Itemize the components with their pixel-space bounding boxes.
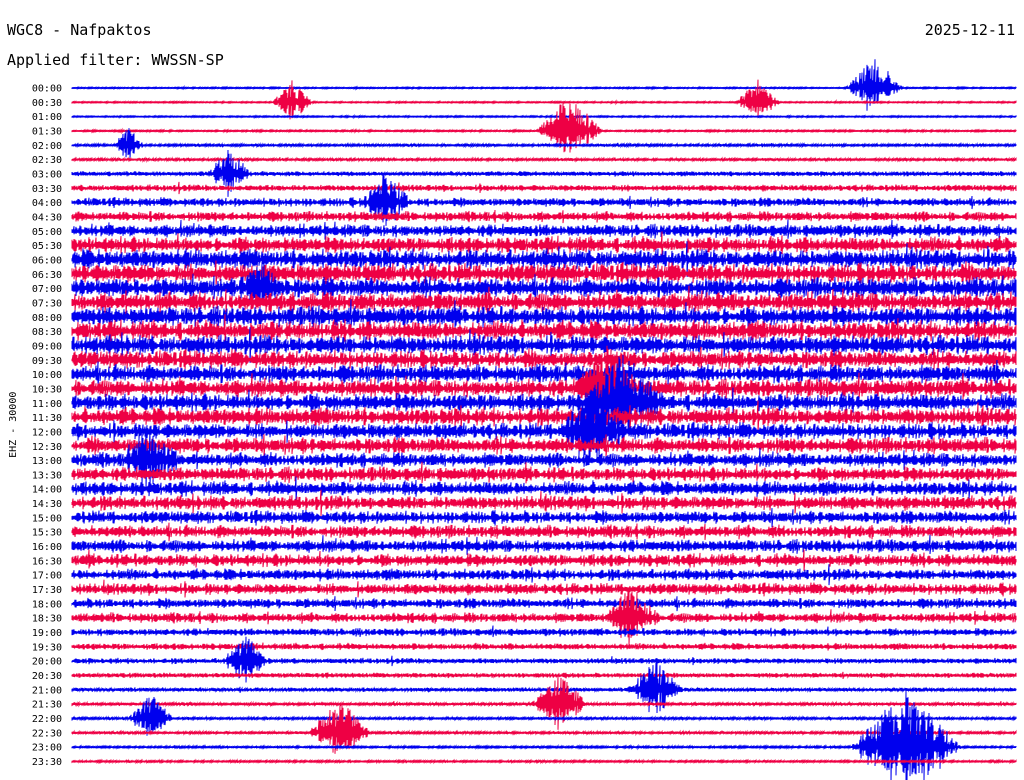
trace-row bbox=[71, 675, 1017, 730]
row-time-label: 00:00 bbox=[32, 84, 62, 95]
row-time-label: 01:00 bbox=[32, 112, 62, 123]
row-time-label: 17:30 bbox=[32, 585, 62, 596]
trace-row bbox=[71, 426, 1017, 490]
row-time-label: 17:00 bbox=[32, 571, 62, 582]
row-time-label: 15:00 bbox=[32, 513, 62, 524]
row-time-label: 14:30 bbox=[32, 499, 62, 510]
row-time-label: 10:00 bbox=[32, 370, 62, 381]
row-time-label: 09:30 bbox=[32, 356, 62, 367]
row-time-label: 16:00 bbox=[32, 542, 62, 553]
row-time-label: 18:30 bbox=[32, 614, 62, 625]
row-time-label: 05:30 bbox=[32, 241, 62, 252]
row-time-label: 02:30 bbox=[32, 155, 62, 166]
row-time-label: 10:30 bbox=[32, 384, 62, 395]
trace-row bbox=[71, 625, 1017, 638]
trace-row bbox=[71, 461, 1017, 484]
row-time-label: 21:30 bbox=[32, 700, 62, 711]
row-time-label: 16:30 bbox=[32, 556, 62, 567]
row-time-label: 01:30 bbox=[32, 126, 62, 137]
row-time-label: 22:00 bbox=[32, 714, 62, 725]
row-time-label: 20:00 bbox=[32, 657, 62, 668]
row-time-label: 18:00 bbox=[32, 599, 62, 610]
trace-row bbox=[71, 587, 1017, 647]
trace-row bbox=[71, 579, 1017, 598]
trace-row bbox=[71, 534, 1017, 555]
row-time-label: 12:30 bbox=[32, 442, 62, 453]
row-time-label: 03:00 bbox=[32, 169, 62, 180]
row-time-label: 19:00 bbox=[32, 628, 62, 639]
row-time-label: 04:00 bbox=[32, 198, 62, 209]
row-time-label: 08:30 bbox=[32, 327, 62, 338]
row-time-label: 09:00 bbox=[32, 341, 62, 352]
row-time-label: 06:00 bbox=[32, 255, 62, 266]
row-time-label: 13:00 bbox=[32, 456, 62, 467]
y-axis-label: EHZ - 30000 bbox=[8, 392, 19, 458]
row-time-label: 13:30 bbox=[32, 470, 62, 481]
row-time-label: 23:30 bbox=[32, 757, 62, 768]
row-time-label: 11:30 bbox=[32, 413, 62, 424]
row-time-label: 00:30 bbox=[32, 98, 62, 109]
row-time-label: 19:30 bbox=[32, 642, 62, 653]
row-time-label: 11:00 bbox=[32, 399, 62, 410]
trace-row bbox=[71, 219, 1017, 240]
row-time-label: 02:00 bbox=[32, 141, 62, 152]
row-time-label: 22:30 bbox=[32, 728, 62, 739]
row-time-label: 21:00 bbox=[32, 685, 62, 696]
row-time-label: 07:00 bbox=[32, 284, 62, 295]
row-time-label: 03:30 bbox=[32, 184, 62, 195]
seismogram-chart: EHZ - 30000 00:00 00:30 01:00 01:30 02:00 02:3… bbox=[8, 59, 1017, 780]
row-time-label: 15:30 bbox=[32, 528, 62, 539]
row-time-label: 07:30 bbox=[32, 298, 62, 309]
row-time-label: 05:00 bbox=[32, 227, 62, 238]
row-time-label: 20:30 bbox=[32, 671, 62, 682]
row-time-label: 06:30 bbox=[32, 270, 62, 281]
row-time-label: 04:30 bbox=[32, 212, 62, 223]
row-time-label: 14:00 bbox=[32, 485, 62, 496]
row-time-label: 23:00 bbox=[32, 743, 62, 754]
row-time-label: 08:00 bbox=[32, 313, 62, 324]
row-time-label: 12:00 bbox=[32, 427, 62, 438]
trace-row bbox=[71, 476, 1017, 501]
